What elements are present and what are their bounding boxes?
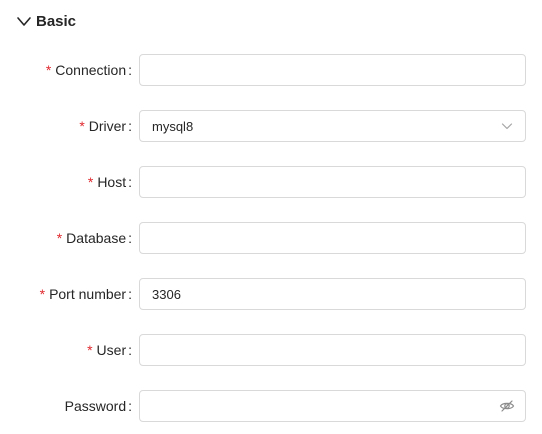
host-label-text: Host [97, 174, 127, 190]
driver-select[interactable]: mysql8 [139, 110, 526, 142]
form-row-connection: * Connection: [0, 54, 542, 86]
password-input[interactable] [139, 390, 526, 422]
connection-label: * Connection: [45, 62, 132, 78]
basic-section-header[interactable]: Basic [16, 8, 76, 34]
user-label-text: User [96, 342, 127, 358]
required-mark: * [87, 342, 93, 358]
required-mark: * [79, 118, 85, 134]
database-label-text: Database [66, 230, 127, 246]
section-title: Basic [36, 12, 77, 30]
eye-invisible-icon[interactable] [499, 398, 515, 414]
form-row-user: * User: [0, 334, 542, 366]
connection-label-text: Connection [55, 62, 127, 78]
host-input[interactable] [139, 166, 526, 198]
chevron-down-icon [16, 13, 32, 29]
required-mark: * [39, 286, 46, 302]
database-input[interactable] [139, 222, 526, 254]
password-label: Password: [64, 398, 132, 414]
driver-label: * Driver: [79, 118, 132, 134]
form-row-port: * Port number: 3306 [0, 278, 542, 310]
user-input[interactable] [139, 334, 526, 366]
connection-form: Basic * Connection: * Driver: mysql8 * H… [0, 0, 542, 434]
port-label: * Port number: [39, 286, 132, 302]
host-label: * Host: [87, 174, 132, 190]
password-label-text: Password [64, 398, 127, 414]
driver-selected-value: mysql8 [152, 118, 194, 134]
database-label: * Database: [56, 230, 132, 246]
chevron-down-icon [499, 118, 515, 134]
form-row-database: * Database: [0, 222, 542, 254]
connection-input[interactable] [139, 54, 526, 86]
form-row-driver: * Driver: mysql8 [0, 110, 542, 142]
required-mark: * [87, 174, 94, 190]
form-row-host: * Host: [0, 166, 542, 198]
port-label-text: Port number [49, 286, 127, 302]
required-mark: * [56, 230, 63, 246]
port-value: 3306 [152, 286, 181, 302]
required-mark: * [45, 62, 52, 78]
user-label: * User: [87, 342, 132, 358]
port-input[interactable]: 3306 [139, 278, 526, 310]
driver-label-text: Driver [88, 118, 127, 134]
form-row-password: Password: [0, 390, 542, 422]
